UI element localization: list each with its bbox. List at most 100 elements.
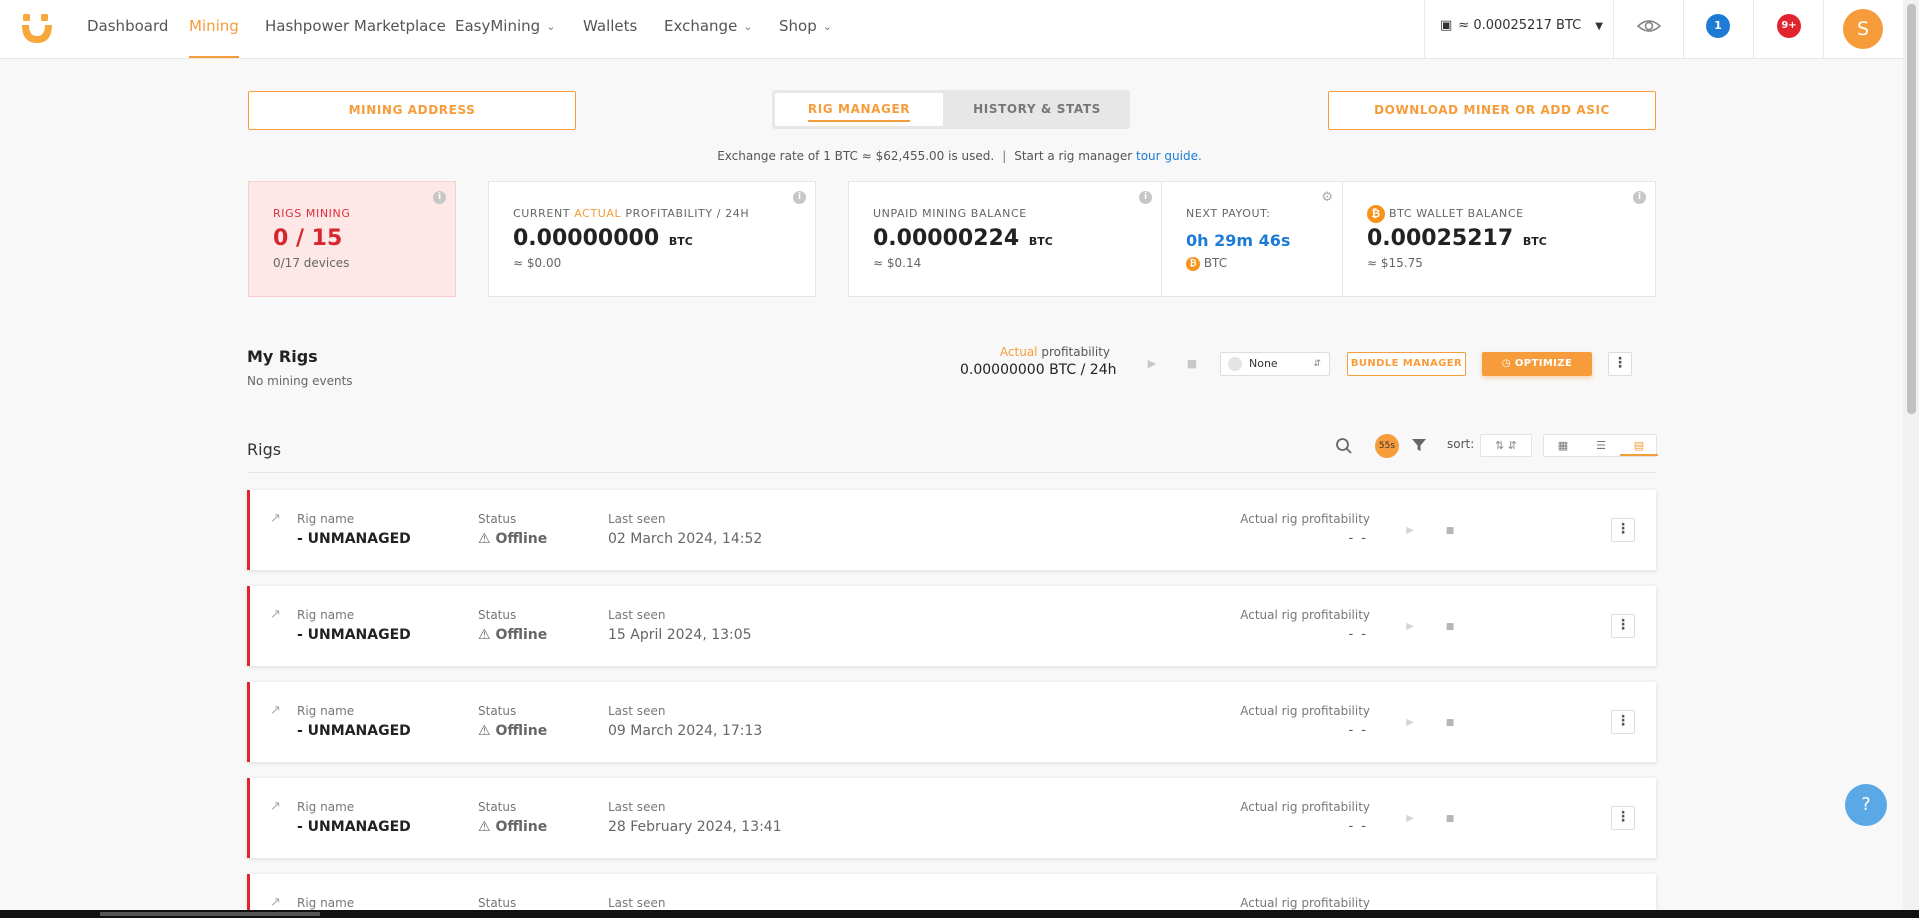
profitability-amount: 0.00000000	[513, 226, 660, 251]
pickaxe-icon: ↗	[270, 511, 281, 526]
nicehash-logo-icon[interactable]	[19, 10, 55, 46]
rig-row[interactable]: ↗ Rig name - UNMANAGED Status ⚠ Offline …	[247, 682, 1656, 762]
info-icon[interactable]: i	[1633, 191, 1646, 204]
profitability-label-post: PROFITABILITY / 24H	[625, 207, 750, 220]
play-icon[interactable]: ▶	[1400, 521, 1420, 541]
grid-view-icon[interactable]: ▦	[1544, 435, 1582, 456]
nav-dashboard[interactable]: Dashboard	[87, 0, 168, 58]
unpaid-balance-usd: ≈ $0.14	[873, 256, 922, 270]
bottom-bar	[0, 910, 1919, 918]
alerts-badge[interactable]: 9+	[1777, 14, 1801, 38]
eye-icon[interactable]	[1637, 16, 1661, 36]
rig-profitability-label: Actual rig profitability	[1240, 512, 1370, 526]
rig-menu-icon[interactable]: ⋮	[1611, 710, 1635, 734]
rig-profitability-label: Actual rig profitability	[1240, 896, 1370, 910]
filter-icon[interactable]	[1411, 437, 1427, 453]
stop-icon[interactable]: ■	[1440, 617, 1460, 637]
play-icon[interactable]: ▶	[1400, 809, 1420, 829]
play-icon[interactable]: ▶	[1400, 617, 1420, 637]
rigs-mining-value: 0 / 15	[273, 226, 343, 251]
rig-name-label: Rig name	[297, 512, 355, 526]
stop-icon[interactable]: ■	[1440, 521, 1460, 541]
algorithm-select[interactable]: None ⇵	[1220, 352, 1330, 376]
rig-menu-icon[interactable]: ⋮	[1611, 806, 1635, 830]
rig-name: - UNMANAGED	[297, 819, 411, 835]
pickaxe-icon: ↗	[270, 799, 281, 814]
optimize-button[interactable]: ◷ OPTIMIZE	[1482, 352, 1592, 376]
wallet-balance-dropdown[interactable]: ▣ ≈ 0.00025217 BTC ▼	[1440, 0, 1603, 58]
rig-status-text: Offline	[495, 531, 548, 547]
next-payout-currency: ₿ BTC	[1186, 256, 1227, 271]
stop-icon[interactable]: ■	[1440, 809, 1460, 829]
profitability-label-actual: ACTUAL	[574, 207, 622, 220]
stop-icon[interactable]: ■	[1440, 713, 1460, 733]
rig-row[interactable]: ↗ Rig name - UNMANAGED Status ⚠ Offline …	[247, 490, 1656, 570]
profitability-label-pre: CURRENT	[513, 207, 571, 220]
rig-last-seen: 02 March 2024, 14:52	[608, 531, 763, 547]
page-scrollbar[interactable]	[1903, 0, 1919, 910]
rig-status-label: Status	[478, 608, 517, 622]
profitability-card: i CURRENT ACTUAL PROFITABILITY / 24H 0.0…	[488, 181, 816, 297]
stop-all-icon[interactable]: ■	[1182, 354, 1202, 374]
tab-history-stats[interactable]: HISTORY & STATS	[947, 93, 1127, 126]
nav-divider	[1683, 0, 1684, 58]
nav-hashpower-marketplace[interactable]: Hashpower Marketplace	[265, 0, 446, 58]
rig-status-label: Status	[478, 512, 517, 526]
wallet-icon: ▣	[1440, 18, 1453, 33]
detailed-view-icon[interactable]: ▤	[1620, 435, 1658, 456]
rig-status: ⚠ Offline	[478, 723, 547, 739]
rig-status: ⚠ Offline	[478, 531, 547, 547]
more-options-icon[interactable]: ⋮	[1608, 352, 1632, 376]
unpaid-balance-value: 0.00000224 BTC	[873, 226, 1053, 251]
profitability-usd: ≈ $0.00	[513, 256, 562, 270]
tour-guide-link[interactable]: tour guide.	[1136, 149, 1202, 163]
scrollbar-thumb[interactable]	[1907, 4, 1916, 414]
list-view-icon[interactable]: ☰	[1582, 435, 1620, 456]
chevron-down-icon: ⌄	[822, 20, 832, 33]
bottom-bar-track	[100, 912, 320, 916]
rig-menu-icon[interactable]: ⋮	[1611, 518, 1635, 542]
gear-icon[interactable]: ⚙	[1321, 190, 1333, 205]
info-icon[interactable]: i	[433, 191, 446, 204]
rig-row[interactable]: ↗ Rig name - UNMANAGED Status ⚠ Offline …	[247, 778, 1656, 858]
nav-mining[interactable]: Mining	[189, 0, 239, 58]
wallet-balance-value: ≈ 0.00025217 BTC	[1458, 18, 1582, 33]
nav-wallets[interactable]: Wallets	[583, 0, 637, 58]
sort-select[interactable]: ⇅ ⇵	[1480, 434, 1532, 457]
notifications-badge[interactable]: 1	[1706, 14, 1730, 38]
info-icon[interactable]: i	[793, 191, 806, 204]
rig-row[interactable]: ↗ Rig name Status Last seen Actual rig p…	[247, 874, 1656, 910]
rig-row[interactable]: ↗ Rig name - UNMANAGED Status ⚠ Offline …	[247, 586, 1656, 666]
avatar[interactable]: S	[1843, 9, 1883, 49]
nav-easymining[interactable]: EasyMining ⌄	[455, 0, 555, 58]
bundle-manager-button[interactable]: BUNDLE MANAGER	[1347, 352, 1466, 376]
nav-easymining-label: EasyMining	[455, 17, 541, 35]
mining-address-button[interactable]: MINING ADDRESS	[248, 91, 576, 130]
download-miner-button[interactable]: DOWNLOAD MINER OR ADD ASIC	[1328, 91, 1656, 130]
rig-status-label: Status	[478, 896, 517, 910]
rig-status-text: Offline	[495, 723, 548, 739]
rig-profitability: - -	[1348, 531, 1368, 546]
view-mode-toggle: ▦ ☰ ▤	[1543, 434, 1658, 457]
next-payout-label: NEXT PAYOUT:	[1186, 207, 1271, 220]
guide-prefix: Start a rig manager	[1014, 149, 1133, 163]
rig-last-seen-label: Last seen	[608, 512, 666, 526]
algorithm-icon	[1228, 357, 1242, 371]
rig-name-label: Rig name	[297, 800, 355, 814]
tab-rig-manager[interactable]: RIG MANAGER	[775, 93, 943, 126]
rig-last-seen: 09 March 2024, 17:13	[608, 723, 763, 739]
search-icon[interactable]	[1335, 437, 1353, 455]
rig-profitability: - -	[1348, 819, 1368, 834]
nav-exchange[interactable]: Exchange ⌄	[664, 0, 753, 58]
algorithm-select-value: None	[1249, 357, 1278, 370]
start-all-icon[interactable]: ▶	[1142, 354, 1162, 374]
next-payout-section: ⚙ NEXT PAYOUT: 0h 29m 46s ₿ BTC	[1162, 182, 1342, 296]
info-icon[interactable]: i	[1139, 191, 1152, 204]
help-button[interactable]: ?	[1845, 784, 1887, 826]
rig-name: - UNMANAGED	[297, 723, 411, 739]
rig-menu-icon[interactable]: ⋮	[1611, 614, 1635, 638]
nav-shop[interactable]: Shop ⌄	[779, 0, 832, 58]
rig-name: - UNMANAGED	[297, 531, 411, 547]
bitcoin-icon: ₿	[1186, 256, 1200, 271]
play-icon[interactable]: ▶	[1400, 713, 1420, 733]
